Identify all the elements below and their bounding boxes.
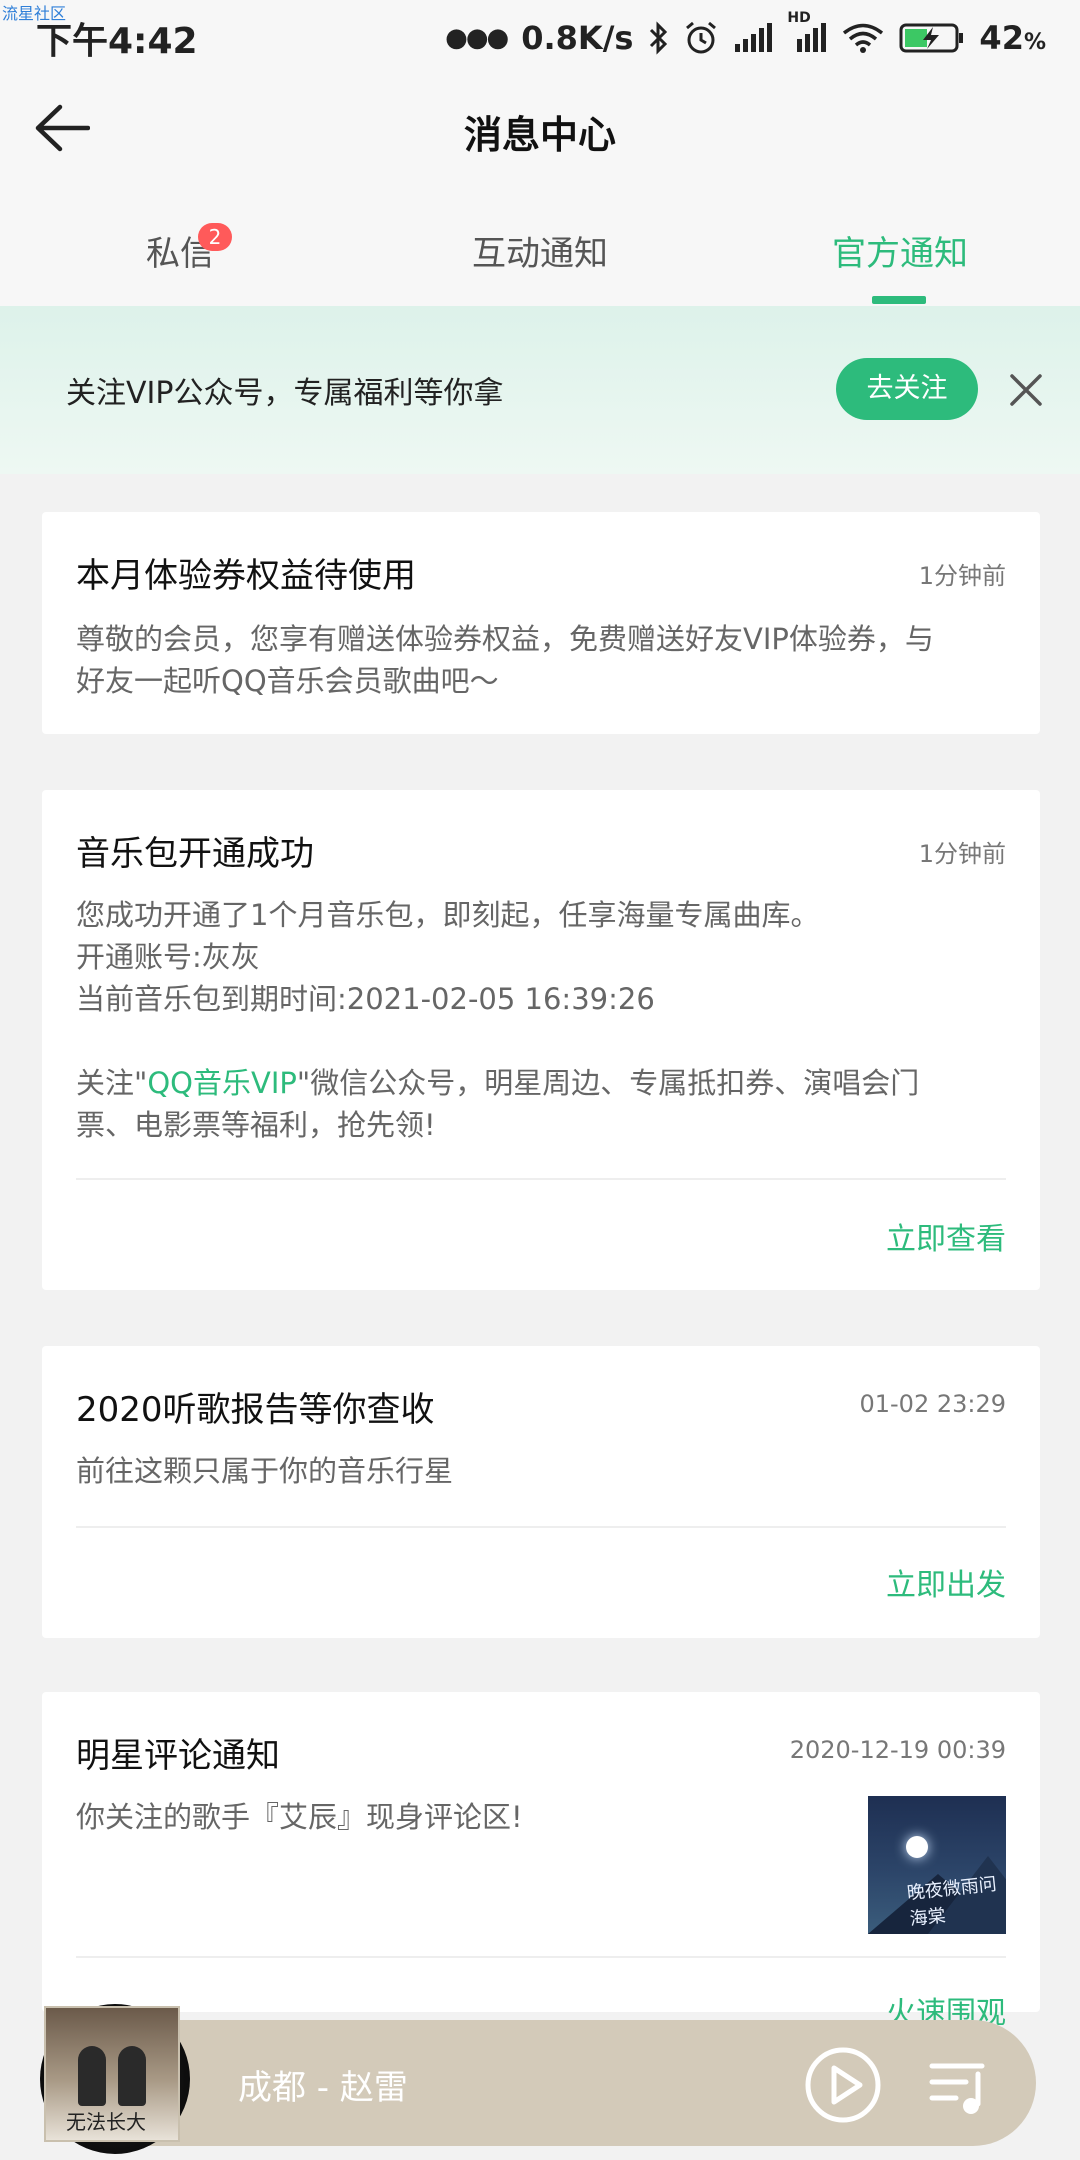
thumbnail-calligraphy: 晚夜微雨问海棠 [905, 1873, 998, 1930]
divider [76, 1526, 1006, 1528]
moon-shape [906, 1836, 928, 1858]
playlist-icon [929, 2063, 985, 2114]
banner-text: 关注VIP公众号，专属福利等你拿 [66, 376, 504, 411]
notice-card[interactable]: 本月体验券权益待使用 1分钟前 尊敬的会员，您享有赠送体验券权益，免费赠送好友V… [42, 512, 1040, 734]
divider [76, 1178, 1006, 1180]
divider [76, 1956, 1006, 1958]
notice-card[interactable]: 2020听歌报告等你查收 01-02 23:29 前往这颗只属于你的音乐行星 立… [42, 1346, 1040, 1638]
tab-interaction-notices[interactable]: 互动通知 [360, 180, 720, 306]
mini-player[interactable] [46, 2020, 1036, 2146]
notice-title: 2020听歌报告等你查收 [76, 1390, 435, 1430]
unread-badge: 2 [198, 223, 232, 251]
now-playing-title[interactable]: 成都 - 赵雷 [238, 2060, 408, 2109]
notice-body: 尊敬的会员，您享有赠送体验券权益，免费赠送好友VIP体验券，与 好友一起听QQ音… [76, 622, 934, 698]
notice-body: 您成功开通了1个月音乐包，即刻起，任享海量专属曲库。 开通账号:灰灰 当前音乐包… [76, 898, 920, 1142]
network-speed: 0.8K/s [521, 19, 634, 57]
watermark: 流星社区 [2, 4, 67, 23]
notice-title: 明星评论通知 [76, 1736, 280, 1776]
notice-time: 1分钟前 [918, 562, 1006, 590]
page-title: 消息中心 [463, 113, 616, 157]
notice-title: 本月体验券权益待使用 [76, 556, 416, 596]
tab-bar: 私信 2 互动通知 官方通知 [0, 180, 1080, 306]
cover-title: 无法长大 [66, 2110, 146, 2134]
play-button[interactable] [804, 2046, 882, 2124]
follow-button[interactable]: 去关注 [836, 358, 978, 420]
alarm-icon [683, 20, 719, 56]
signal-hd-icon: HD [787, 10, 827, 54]
album-cover[interactable]: 无法长大 [44, 2006, 180, 2142]
banner-close-button[interactable] [1006, 370, 1046, 410]
signal-icon [733, 22, 773, 54]
notice-card[interactable]: 音乐包开通成功 1分钟前 您成功开通了1个月音乐包，即刻起，任享海量专属曲库。 … [42, 790, 1040, 1290]
tab-private-messages[interactable]: 私信 2 [0, 180, 360, 306]
close-icon [1010, 374, 1042, 406]
tab-label: 官方通知 [832, 234, 968, 274]
notice-time: 01-02 23:29 [859, 1390, 1006, 1418]
go-now-button[interactable]: 立即出发 [886, 1560, 1006, 1604]
notice-time: 2020-12-19 00:39 [789, 1736, 1006, 1764]
more-dots-icon: ●●● [445, 23, 509, 53]
album-thumbnail[interactable]: 晚夜微雨问海棠 [868, 1796, 1006, 1934]
wifi-icon [841, 21, 885, 55]
play-icon [805, 2047, 881, 2123]
active-tab-indicator [872, 296, 926, 304]
status-icons: ●●● 0.8K/s HD 42% [445, 10, 1046, 57]
tab-official-notices[interactable]: 官方通知 [720, 180, 1080, 306]
notice-card[interactable]: 明星评论通知 2020-12-19 00:39 你关注的歌手『艾辰』现身评论区!… [42, 1692, 1040, 2031]
hd-label: HD [787, 10, 811, 26]
cover-figure [118, 2046, 146, 2106]
notice-title: 音乐包开通成功 [76, 834, 314, 874]
bluetooth-icon [647, 21, 669, 55]
notice-body: 你关注的歌手『艾辰』现身评论区! [76, 1800, 523, 1834]
notice-body: 前往这颗只属于你的音乐行星 [76, 1454, 454, 1488]
battery-charging-icon [899, 22, 965, 54]
notice-time: 1分钟前 [918, 840, 1006, 868]
header: 消息中心 [0, 76, 1080, 180]
battery-level: 42% [979, 19, 1046, 57]
cover-figure [78, 2046, 106, 2106]
status-bar: 下午4:42 ●●● 0.8K/s HD 42% [0, 0, 1080, 76]
wechat-account-link[interactable]: QQ音乐VIP [147, 1066, 297, 1100]
tab-label: 互动通知 [472, 234, 608, 274]
playlist-button[interactable] [926, 2054, 990, 2118]
follow-banner: 关注VIP公众号，专属福利等你拿 去关注 [0, 306, 1080, 474]
view-now-button[interactable]: 立即查看 [886, 1214, 1006, 1258]
